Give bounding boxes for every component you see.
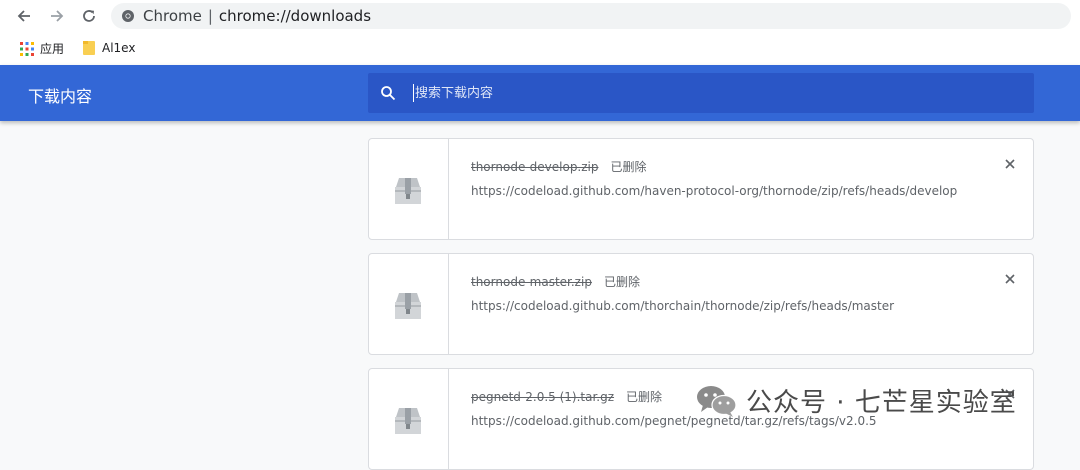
folder-icon — [83, 41, 95, 55]
bookmark-folder-label: Al1ex — [102, 41, 136, 55]
file-icon-column — [369, 139, 449, 239]
download-title-row: thornode-develop.zip 已删除 — [471, 158, 647, 175]
watermark-text: 公众号 · 七芒星实验室 — [746, 388, 1017, 418]
omnibox-separator: | — [207, 7, 213, 25]
bookmark-apps-label: 应用 — [40, 42, 65, 56]
download-status: 已删除 — [610, 160, 647, 174]
archive-file-icon — [395, 293, 421, 319]
download-status: 已删除 — [626, 390, 663, 404]
remove-button[interactable] — [1001, 155, 1019, 173]
file-name: pegnetd-2.0.5 (1).tar.gz — [471, 389, 615, 404]
bookmarks-bar: 应用 Al1ex — [0, 33, 1080, 65]
bookmark-apps[interactable]: 应用 — [20, 40, 64, 57]
close-icon — [1005, 274, 1015, 284]
page-title: 下载内容 — [28, 87, 93, 106]
address-bar-row: Chrome | chrome://downloads — [0, 0, 1080, 33]
reload-button[interactable] — [79, 6, 99, 26]
file-url[interactable]: https://codeload.github.com/haven-protoc… — [471, 184, 957, 198]
download-title-row: thornode-master.zip 已删除 — [471, 273, 640, 290]
watermark: 公众号 · 七芒星实验室 — [696, 382, 1017, 419]
chrome-logo-icon — [122, 10, 134, 22]
close-icon — [1005, 159, 1015, 169]
bookmark-folder-al1ex[interactable]: Al1ex — [82, 40, 135, 56]
wechat-logo-icon — [697, 385, 737, 417]
file-icon-column — [369, 369, 449, 469]
remove-button[interactable] — [1001, 270, 1019, 288]
search-input[interactable] — [415, 80, 975, 106]
download-title-row: pegnetd-2.0.5 (1).tar.gz 已删除 — [471, 388, 662, 405]
forward-button[interactable] — [47, 6, 67, 26]
back-arrow-icon — [17, 10, 30, 22]
text-cursor — [413, 84, 414, 102]
download-status: 已删除 — [603, 275, 640, 289]
omnibox-site-label: Chrome — [143, 7, 202, 25]
archive-file-icon — [395, 178, 421, 204]
file-icon-column — [369, 254, 449, 354]
forward-arrow-icon — [51, 10, 64, 22]
omnibox[interactable]: Chrome | chrome://downloads — [111, 3, 1071, 29]
file-url[interactable]: https://codeload.github.com/thorchain/th… — [471, 299, 894, 313]
back-button[interactable] — [14, 6, 34, 26]
search-box[interactable] — [368, 73, 1034, 113]
omnibox-url: chrome://downloads — [218, 7, 372, 25]
search-icon — [381, 86, 396, 101]
omnibox-text: Chrome | chrome://downloads — [143, 7, 371, 25]
download-item: thornode-master.zip 已删除 https://codeload… — [368, 253, 1034, 355]
reload-icon — [83, 10, 95, 22]
downloads-toolbar: 下载内容 — [0, 65, 1080, 121]
archive-file-icon — [395, 408, 421, 434]
apps-grid-icon — [20, 41, 34, 56]
download-item: thornode-develop.zip 已删除 https://codeloa… — [368, 138, 1034, 240]
file-name: thornode-master.zip — [471, 274, 592, 289]
file-name: thornode-develop.zip — [471, 159, 599, 174]
